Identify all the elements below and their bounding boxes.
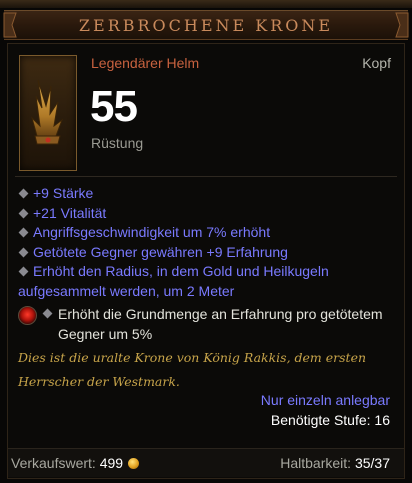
- item-title-bar: ZERBROCHENE KRONE: [3, 10, 409, 40]
- legendary-affix-text: Erhöht die Grundmenge an Erfahrung pro g…: [58, 306, 383, 342]
- gold-coin-icon: [128, 458, 140, 469]
- durability: Haltbarkeit: 35/37: [280, 455, 390, 471]
- legendary-affix: Erhöht die Grundmenge an Erfahrung pro g…: [18, 304, 398, 344]
- required-level: Benötigte Stufe: 16: [270, 412, 390, 428]
- durability-label: Haltbarkeit:: [280, 455, 352, 471]
- diamond-bullet-icon: [18, 247, 29, 258]
- item-icon-frame: [19, 55, 77, 171]
- flavor-text: Dies ist die uralte Krone von König Rakk…: [18, 350, 367, 389]
- item-slot-label: Kopf: [362, 55, 391, 71]
- previous-tooltip-header: [0, 0, 412, 8]
- item-tooltip: ZERBROCHENE KRONE Legendärer Helm Kopf 5…: [0, 0, 412, 483]
- affix-item: +21 Vitalität: [18, 204, 378, 224]
- item-name: ZERBROCHENE KRONE: [78, 16, 334, 35]
- sell-value: Verkaufswert: 499: [11, 455, 140, 471]
- diamond-bullet-icon: [18, 208, 29, 219]
- armor-label: Rüstung: [91, 135, 144, 151]
- affix-item: Getötete Gegner gewähren +9 Erfahrung: [18, 243, 378, 263]
- diamond-bullet-icon: [42, 308, 53, 319]
- durability-value: 35/37: [354, 455, 390, 471]
- divider: [15, 176, 397, 177]
- diamond-bullet-icon: [18, 266, 29, 277]
- account-bound-label: Nur einzeln anlegbar: [260, 392, 390, 408]
- sell-value-label: Verkaufswert:: [11, 455, 96, 471]
- broken-crown-icon: [31, 79, 64, 145]
- affix-item: Angriffsgeschwindigkeit um 7% erhöht: [18, 223, 378, 243]
- item-type-label: Legendärer Helm: [91, 55, 200, 71]
- sell-value-amount: 499: [99, 455, 124, 471]
- legendary-power-gem-icon: [18, 306, 37, 325]
- affix-item: Erhöht den Radius, in dem Gold und Heilk…: [18, 263, 329, 299]
- affix-list: +9 Stärke +21 Vitalität Angriffsgeschwin…: [18, 184, 378, 301]
- diamond-bullet-icon: [18, 188, 29, 199]
- armor-value: 55: [90, 82, 138, 131]
- title-ornament-right-icon: [395, 12, 409, 38]
- diamond-bullet-icon: [18, 227, 29, 238]
- affix-item: +9 Stärke: [18, 184, 378, 204]
